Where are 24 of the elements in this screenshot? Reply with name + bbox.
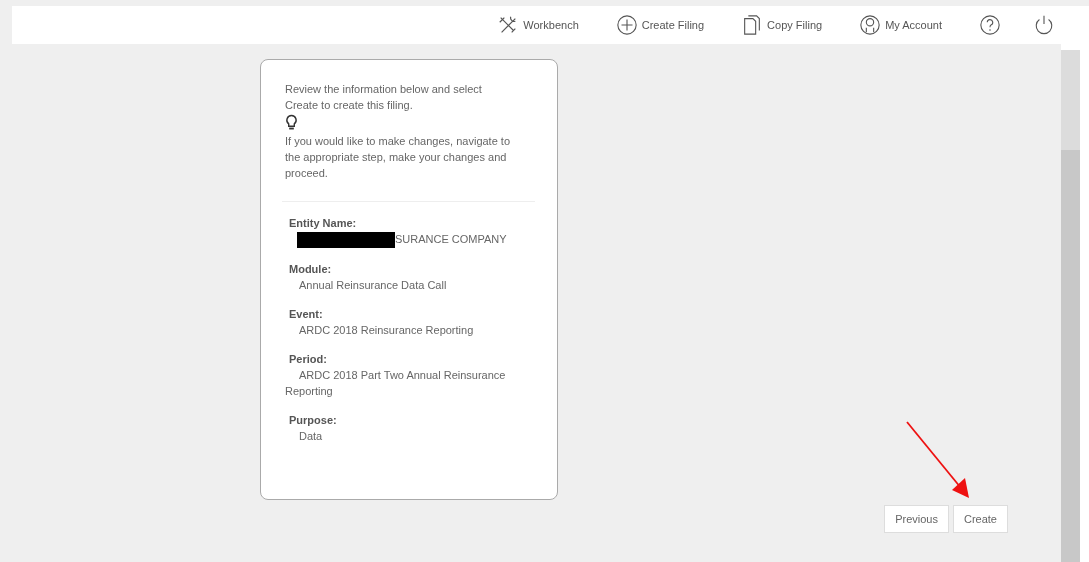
scrollbar[interactable] [1061,6,1089,562]
user-circle-icon [859,14,882,36]
power-icon[interactable] [1033,14,1055,36]
nav-button[interactable]: Create [952,505,1008,533]
tip-text: If you would like to make changes, navigate to the appropriate step, make your changes and proceed. [285,134,512,181]
help-icon[interactable] [979,14,1001,36]
field-label: Event: [289,307,324,323]
field-value: Data [299,430,323,443]
lightbulb-icon [285,114,298,131]
nav-button[interactable]: Previous [884,505,949,533]
toolbar-link[interactable]: My Account [859,14,942,36]
field-label: Entity Name: [289,216,358,231]
plus-circle-icon [615,14,638,36]
field-value: SURANCE COMPANY [395,233,507,245]
field-label: Module: [289,262,333,278]
toolbar-link[interactable]: Create Filing [615,14,705,36]
field-value: ARDC 2018 Part Two Annual Reinsurance Reporting [285,369,506,398]
instruction-text: Review the information below and select Create to create this filing. [285,82,483,113]
field-value: ARDC 2018 Reinsurance Reporting [299,324,474,337]
field-label: Purpose: [289,413,338,429]
field-value: Annual Reinsurance Data Call [299,279,447,292]
toolbar-link[interactable]: Copy Filing [741,14,823,36]
toolbar-link[interactable]: Workbench [497,14,579,36]
field-label: Period: [289,352,328,368]
